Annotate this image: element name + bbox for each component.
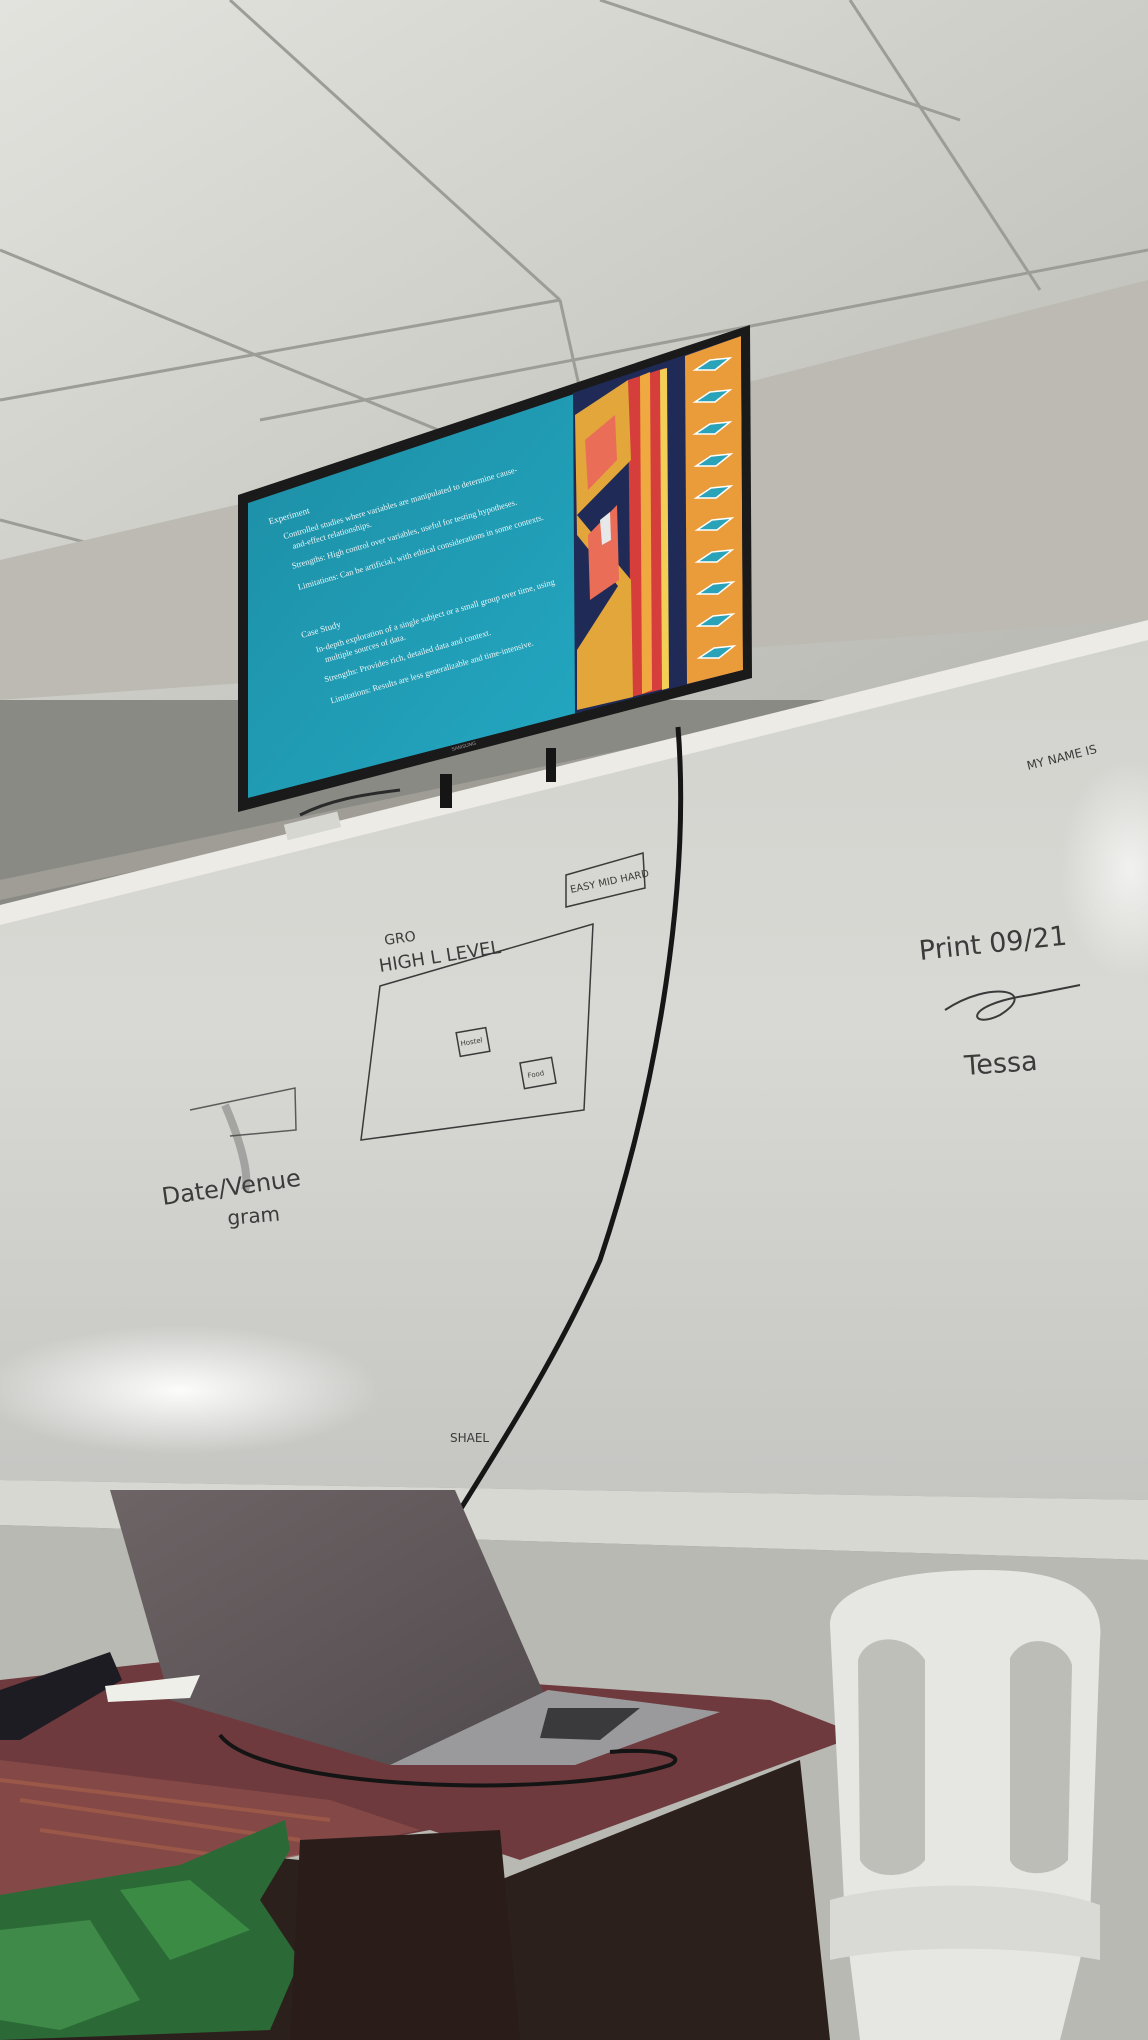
note-left-text-2: gram: [226, 1201, 281, 1229]
classroom-photo: MY NAME IS Print 09/21 Tessa GRO HIGH L …: [0, 0, 1148, 2040]
note-signature-name: Tessa: [962, 1046, 1038, 1082]
tv-stand-right: [546, 748, 556, 782]
plastic-chair: [830, 1570, 1101, 2040]
tv-stand-left: [440, 774, 452, 808]
note-bottom-text: SHAEL: [450, 1431, 489, 1445]
